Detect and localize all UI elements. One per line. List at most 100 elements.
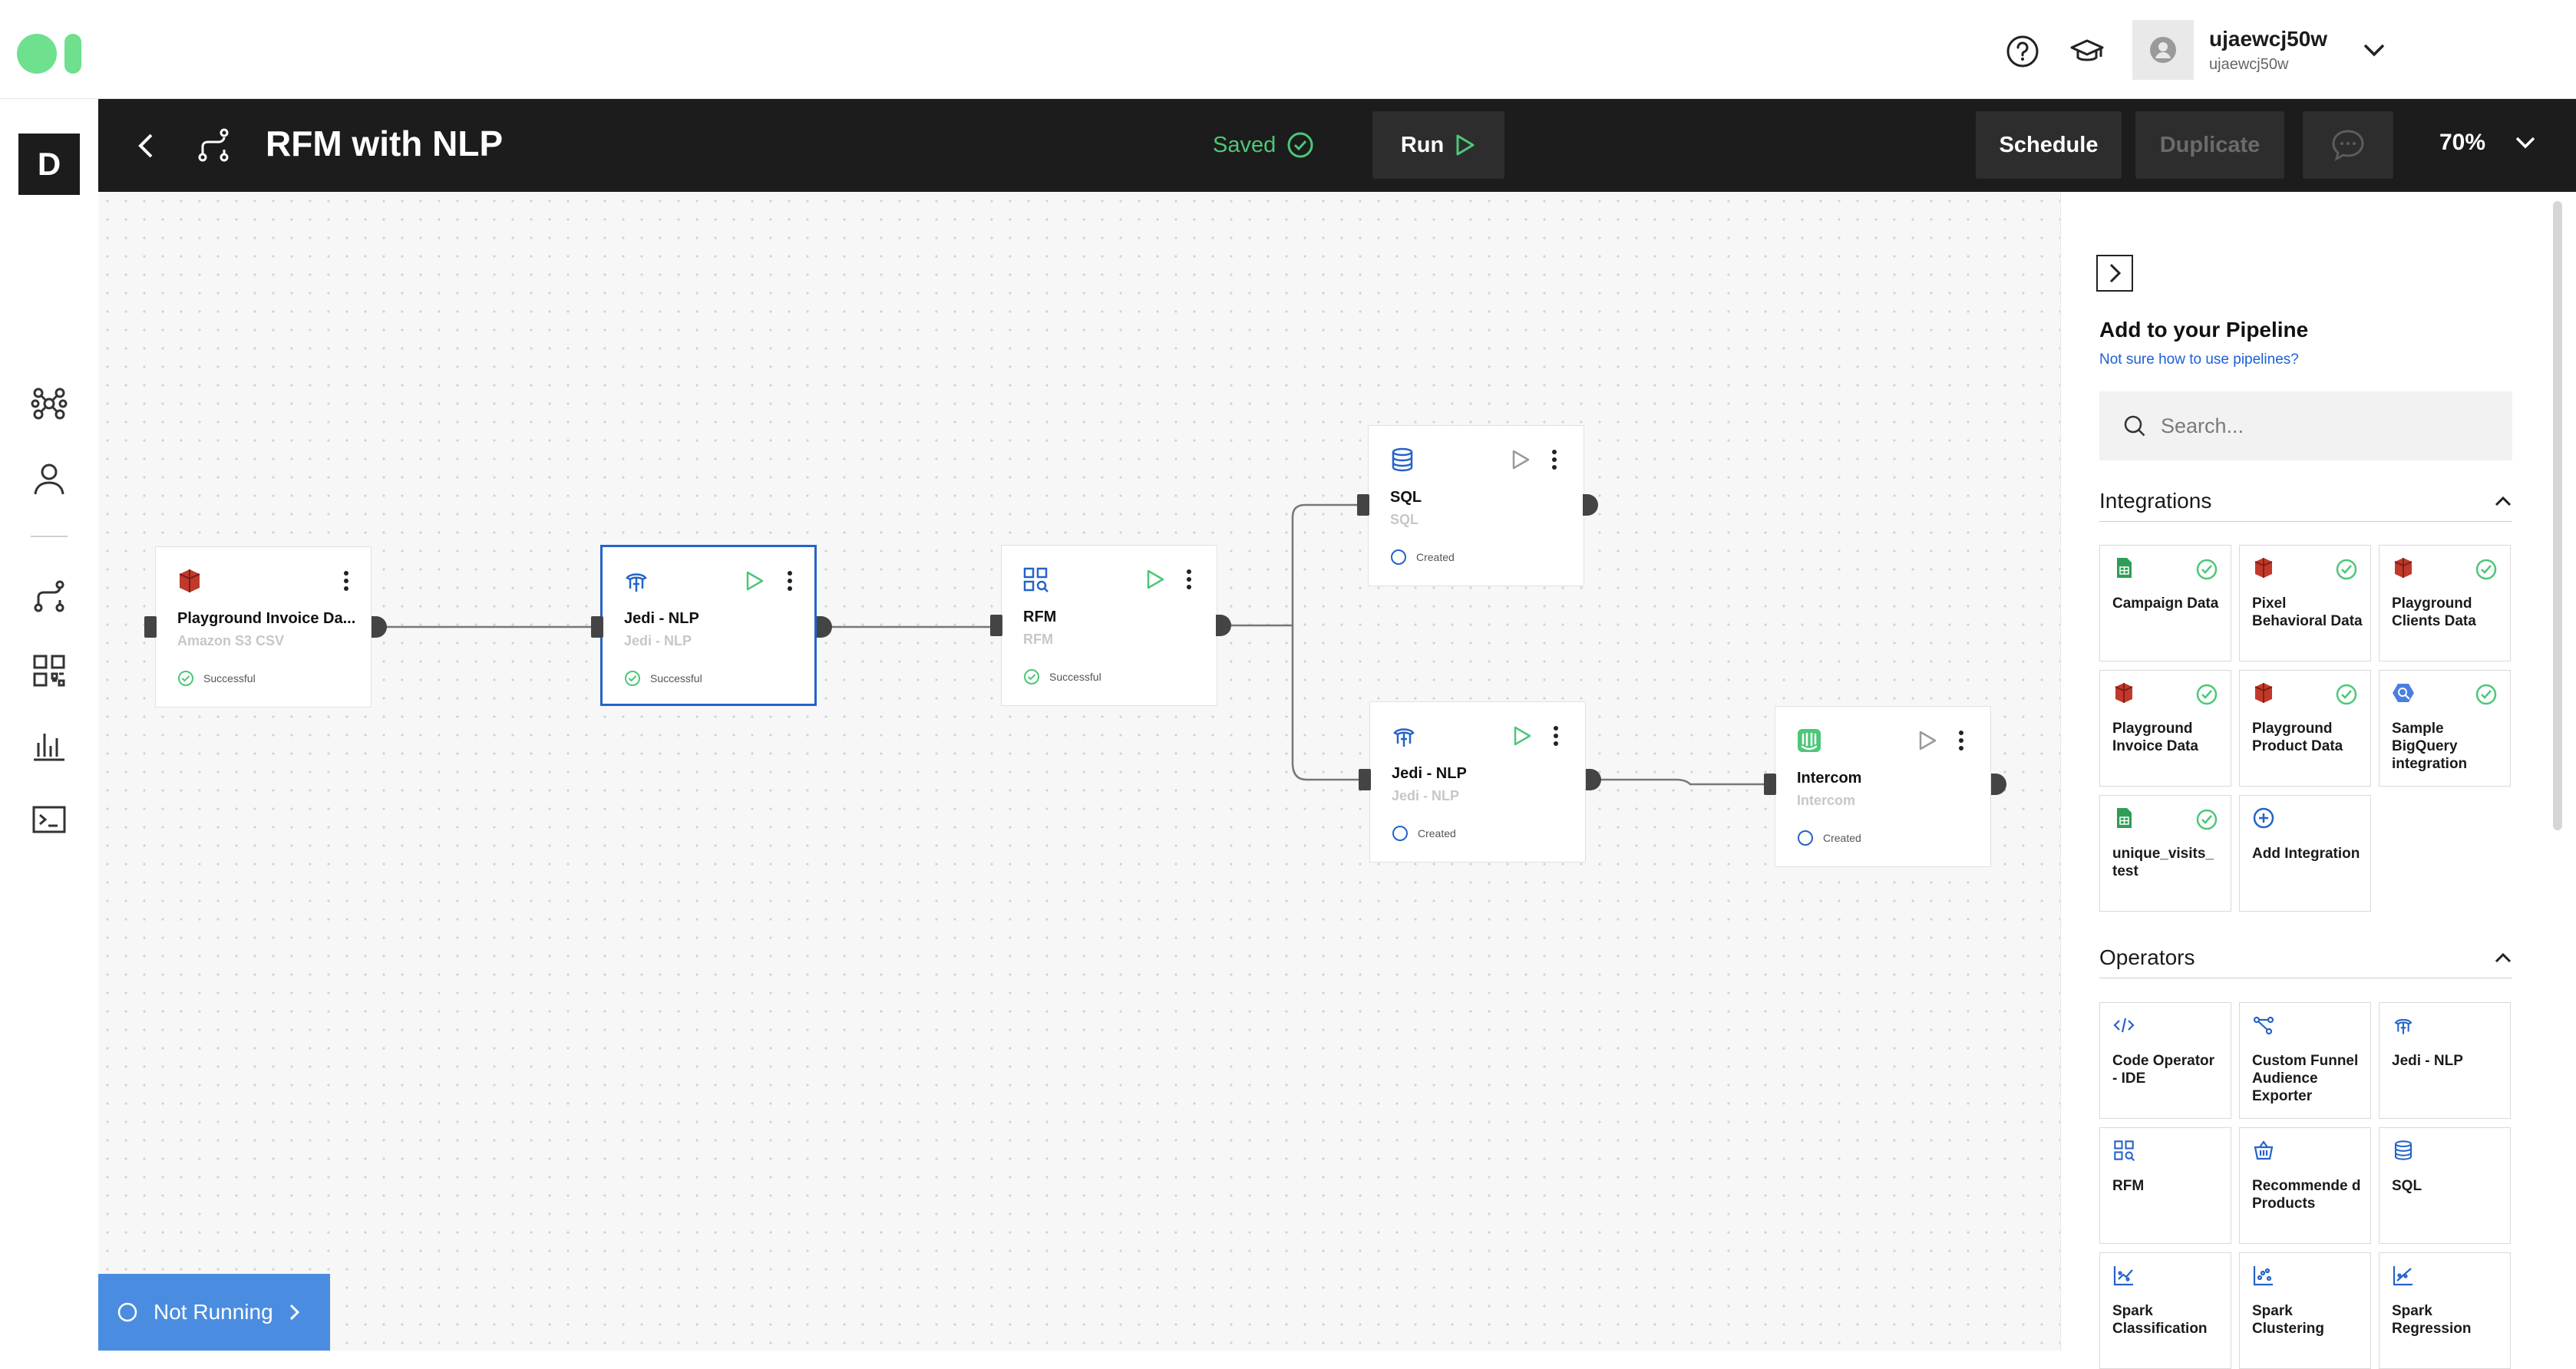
operator-card[interactable]: Spark Classification	[2099, 1252, 2231, 1369]
check-circle-icon	[625, 671, 640, 686]
node-status: Successful	[624, 670, 702, 687]
pipeline-node-s3[interactable]: Playground Invoice Da... Amazon S3 CSV S…	[155, 546, 372, 708]
pipeline-icon[interactable]	[31, 577, 68, 614]
node-status: Created	[1392, 825, 1456, 842]
card-label: Recommende d Products	[2252, 1178, 2361, 1212]
user-name: ujaewcj50w	[2209, 26, 2328, 51]
more-vertical-icon[interactable]	[779, 569, 801, 593]
rfm-icon	[1023, 567, 1049, 592]
operator-card[interactable]: Jedi - NLP	[2379, 1002, 2511, 1119]
chevron-down-icon[interactable]	[2363, 42, 2386, 58]
pipeline-node-jedi-nlp-2[interactable]: Jedi - NLP Jedi - NLP Created	[1369, 701, 1586, 863]
run-button[interactable]: Run	[1372, 111, 1504, 179]
node-subtitle: Jedi - NLP	[624, 633, 692, 648]
integration-card[interactable]: unique_visits_ test	[2099, 795, 2231, 912]
card-label: RFM	[2112, 1178, 2145, 1194]
more-vertical-icon[interactable]	[1178, 567, 1200, 592]
search-input[interactable]	[2161, 414, 2483, 438]
rfm-icon	[2114, 1140, 2135, 1162]
more-vertical-icon[interactable]	[1544, 447, 1565, 472]
more-vertical-icon[interactable]	[1950, 728, 1972, 753]
run-status-button[interactable]: Not Running	[98, 1274, 330, 1351]
integrations-section-header[interactable]: Integrations	[2099, 480, 2512, 522]
integration-card[interactable]: Playground Invoice Data	[2099, 670, 2231, 787]
user-menu[interactable]: ujaewcj50w ujaewcj50w	[2132, 20, 2386, 80]
academy-icon[interactable]	[2069, 34, 2105, 69]
operator-card[interactable]: Spark Clustering	[2239, 1252, 2371, 1369]
audience-icon[interactable]	[31, 460, 68, 497]
card-label: Playground Clients Data	[2392, 595, 2476, 629]
workspace-badge[interactable]: D	[18, 134, 80, 195]
panel-scrollbar[interactable]	[2553, 201, 2562, 830]
jedi-icon	[626, 573, 647, 592]
integration-card[interactable]: Playground Product Data	[2239, 670, 2371, 787]
card-label: Spark Regression	[2392, 1303, 2472, 1337]
more-vertical-icon[interactable]	[1545, 724, 1567, 748]
play-icon[interactable]	[1917, 730, 1938, 751]
play-icon[interactable]	[744, 570, 765, 592]
chevron-up-icon[interactable]	[2494, 952, 2512, 964]
pipeline-node-intercom[interactable]: Intercom Intercom Created	[1775, 706, 1991, 867]
play-icon[interactable]	[1144, 569, 1166, 590]
integration-card[interactable]: Sample BigQuery integration	[2379, 670, 2511, 787]
card-label: Code Operator - IDE	[2112, 1053, 2215, 1087]
search-box[interactable]	[2099, 391, 2512, 460]
analytics-icon[interactable]	[31, 726, 68, 763]
operator-card[interactable]: Recommende d Products	[2239, 1127, 2371, 1244]
card-label: Spark Clustering	[2252, 1303, 2324, 1337]
more-vertical-icon[interactable]	[335, 569, 357, 593]
play-icon[interactable]	[1510, 449, 1531, 470]
comment-button[interactable]	[2303, 111, 2393, 179]
aws-s3-icon	[179, 569, 200, 592]
operators-section-header[interactable]: Operators	[2099, 937, 2512, 978]
node-input-port[interactable]	[1357, 494, 1369, 516]
apps-icon[interactable]	[31, 652, 68, 689]
node-input-port[interactable]	[1764, 774, 1776, 795]
pipeline-node-rfm[interactable]: RFM RFM Successful	[1001, 545, 1217, 706]
pipeline-canvas[interactable]: Playground Invoice Da... Amazon S3 CSV S…	[98, 192, 2060, 1351]
add-integration-card[interactable]: Add Integration	[2239, 795, 2371, 912]
pipelines-help-link[interactable]: Not sure how to use pipelines?	[2099, 351, 2299, 368]
chevron-right-icon	[289, 1304, 299, 1321]
operator-card[interactable]: Custom Funnel Audience Exporter	[2239, 1002, 2371, 1119]
node-input-port[interactable]	[1359, 769, 1371, 790]
app-logo[interactable]	[17, 34, 83, 74]
check-circle-icon	[1024, 669, 1039, 684]
integration-card[interactable]: Playground Clients Data	[2379, 545, 2511, 661]
circle-status-icon	[1798, 830, 1813, 846]
jedi-icon	[1393, 728, 1415, 747]
pipeline-node-sql[interactable]: SQL SQL Created	[1368, 425, 1584, 586]
integrations-icon[interactable]	[31, 385, 68, 422]
circle-status-icon	[1392, 826, 1408, 841]
card-label: Jedi - NLP	[2392, 1053, 2463, 1069]
aws-s3-icon	[2254, 683, 2273, 703]
help-icon[interactable]	[2005, 34, 2040, 69]
edge	[1220, 503, 1359, 627]
pipeline-node-jedi-nlp[interactable]: Jedi - NLP Jedi - NLP Successful	[600, 545, 817, 706]
operator-card[interactable]: RFM	[2099, 1127, 2231, 1244]
node-input-port[interactable]	[591, 616, 603, 638]
integration-card[interactable]: Campaign Data	[2099, 545, 2231, 661]
operator-card[interactable]: SQL	[2379, 1127, 2511, 1244]
integration-card[interactable]: Pixel Behavioral Data	[2239, 545, 2371, 661]
node-input-port[interactable]	[144, 616, 157, 638]
chevron-right-icon	[2109, 263, 2122, 283]
node-status-label: Successful	[1049, 671, 1101, 683]
aws-s3-icon	[2394, 558, 2413, 578]
card-label: SQL	[2392, 1178, 2422, 1194]
play-icon[interactable]	[1511, 725, 1533, 747]
scatter-icon	[2253, 1266, 2273, 1286]
operator-card[interactable]: Spark Regression	[2379, 1252, 2511, 1369]
schedule-button[interactable]: Schedule	[1976, 111, 2122, 179]
terminal-icon[interactable]	[31, 801, 68, 838]
card-label: Sample BigQuery integration	[2392, 721, 2468, 772]
collapse-panel-button[interactable]	[2096, 255, 2133, 292]
zoom-control[interactable]: 70%	[2439, 130, 2536, 156]
operator-card[interactable]: Code Operator - IDE	[2099, 1002, 2231, 1119]
left-sidebar	[0, 99, 98, 1351]
card-label: Campaign Data	[2112, 595, 2219, 612]
duplicate-button[interactable]: Duplicate	[2135, 111, 2284, 179]
node-input-port[interactable]	[990, 615, 1002, 636]
back-arrow-icon[interactable]	[137, 133, 155, 159]
chevron-up-icon[interactable]	[2494, 495, 2512, 507]
